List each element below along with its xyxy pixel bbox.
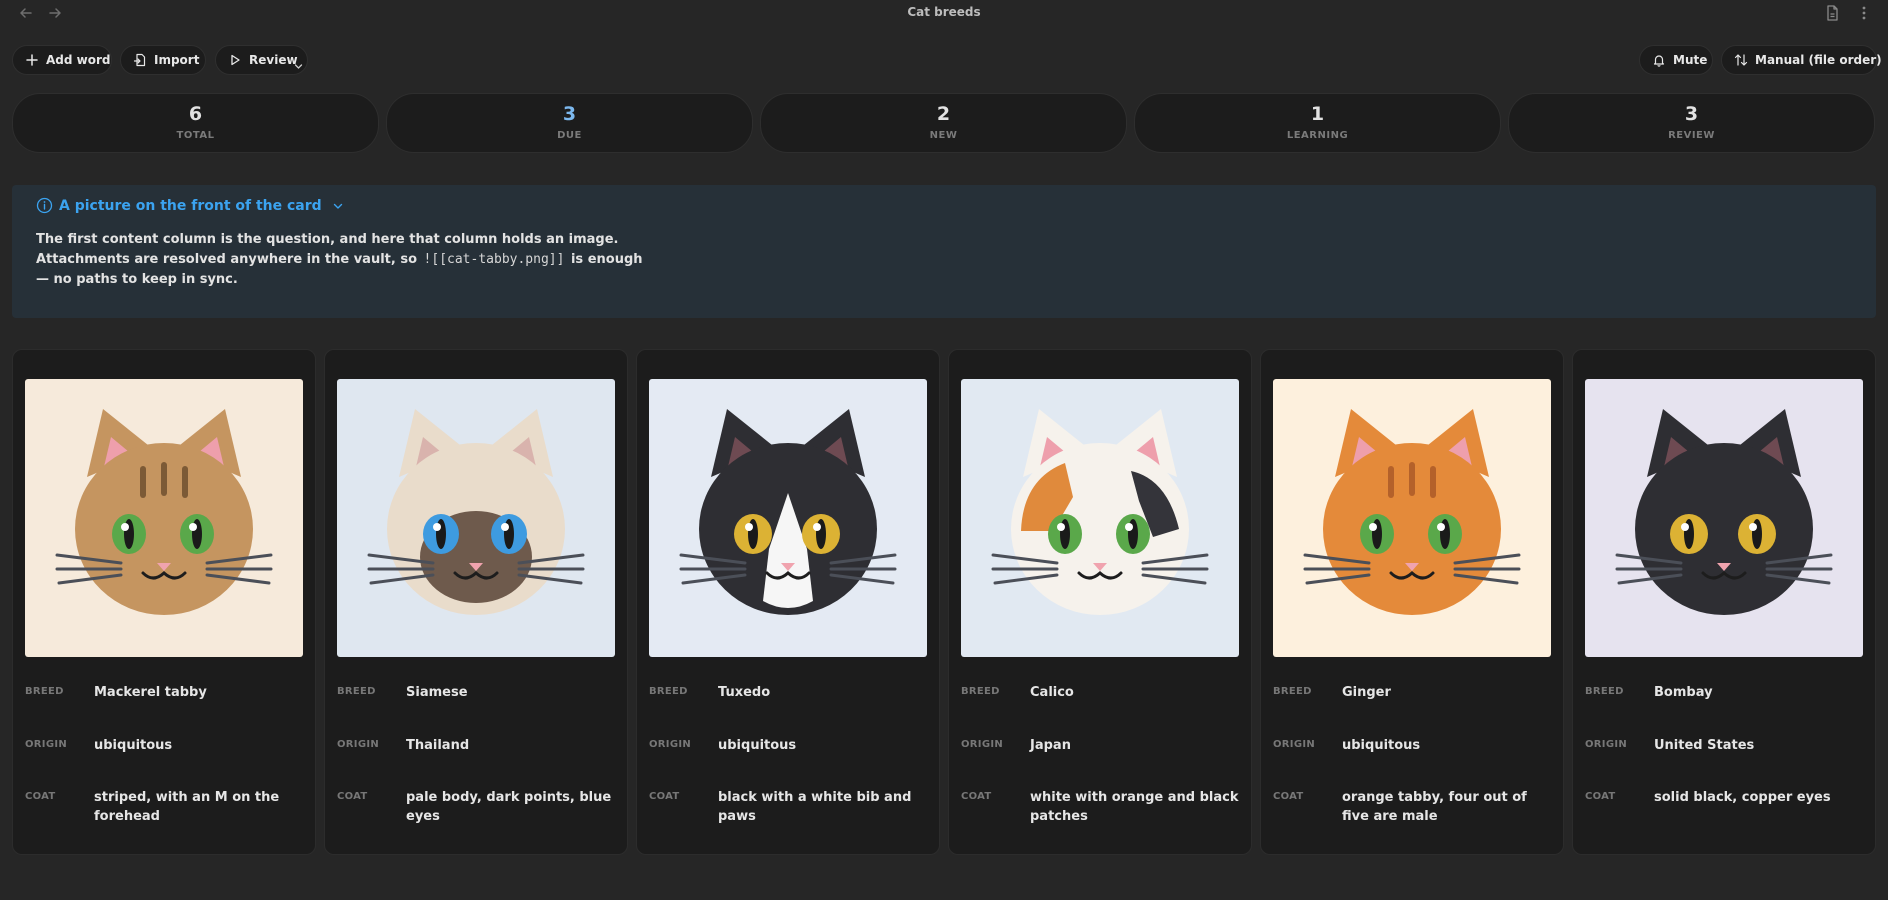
- stat-label: TOTAL: [176, 130, 215, 141]
- cat-image-ginger: [1273, 379, 1551, 657]
- field-label: COAT: [961, 791, 992, 802]
- callout-line: The first content column is the question…: [36, 232, 619, 247]
- field-value: United States: [1654, 738, 1755, 753]
- field-label: ORIGIN: [1585, 739, 1628, 750]
- field-value: pale body, dark points, blue eyes: [406, 790, 612, 824]
- cat-image-bombay: [1585, 379, 1863, 657]
- info-callout: A picture on the front of the card The f…: [12, 185, 1876, 318]
- card-tuxedo[interactable]: BREED Tuxedo ORIGIN ubiquitous COAT blac…: [636, 349, 940, 855]
- field-label: BREED: [961, 686, 1000, 697]
- stat-due: 3 DUE: [386, 93, 753, 153]
- mute-label: Mute: [1673, 53, 1708, 67]
- field-label: COAT: [1585, 791, 1616, 802]
- stat-label: REVIEW: [1668, 130, 1715, 141]
- stat-label: DUE: [557, 130, 582, 141]
- stat-value: 1: [1310, 103, 1325, 125]
- field-label: ORIGIN: [1273, 739, 1316, 750]
- cat-image-tuxedo: [649, 379, 927, 657]
- stat-value: 3: [1684, 103, 1699, 125]
- stat-value: 2: [936, 103, 951, 125]
- field-value: Japan: [1030, 738, 1071, 753]
- field-value: ubiquitous: [1342, 738, 1421, 753]
- toolbar: Add word Import Review Mute Manual (file…: [0, 45, 1888, 75]
- title-bar: Cat breeds: [0, 0, 1888, 26]
- import-label: Import: [154, 53, 200, 67]
- card-ginger[interactable]: BREED Ginger ORIGIN ubiquitous COAT oran…: [1260, 349, 1564, 855]
- play-icon: [231, 54, 240, 66]
- more-vertical-icon[interactable]: [1855, 4, 1873, 22]
- field-value: ubiquitous: [718, 738, 797, 753]
- sort-icon: [1734, 54, 1748, 66]
- add-word-label: Add word: [46, 53, 111, 67]
- field-label: BREED: [649, 686, 688, 697]
- callout-title: A picture on the front of the card: [59, 197, 322, 214]
- field-label: ORIGIN: [649, 739, 692, 750]
- field-value: Siamese: [406, 685, 468, 700]
- field-label: ORIGIN: [25, 739, 68, 750]
- field-label: COAT: [25, 791, 56, 802]
- field-value: Tuxedo: [718, 685, 771, 700]
- callout-toggle[interactable]: A picture on the front of the card: [36, 197, 344, 214]
- callout-text: Attachments are resolved anywhere in the…: [36, 252, 418, 267]
- mute-button[interactable]: Mute: [1639, 45, 1713, 75]
- plus-icon: [26, 54, 38, 66]
- field-value: Bombay: [1654, 685, 1713, 700]
- field-label: BREED: [1585, 686, 1624, 697]
- field-value: solid black, copper eyes: [1654, 790, 1831, 805]
- stat-review: 3 REVIEW: [1508, 93, 1875, 153]
- field-value: Mackerel tabby: [94, 685, 207, 700]
- import-button[interactable]: Import: [120, 45, 206, 75]
- stat-value: 3: [562, 103, 577, 125]
- callout-text: is enough: [570, 252, 643, 267]
- field-label: COAT: [649, 791, 680, 802]
- field-value: Thailand: [406, 738, 470, 753]
- window-title: Cat breeds: [907, 5, 981, 19]
- field-value: ubiquitous: [94, 738, 173, 753]
- field-value: Calico: [1030, 685, 1074, 700]
- stat-value: 6: [188, 103, 203, 125]
- bell-icon: [1653, 55, 1665, 67]
- field-value: orange tabby, four out of five are male: [1342, 790, 1527, 824]
- add-word-button[interactable]: Add word: [12, 45, 112, 75]
- stat-total: 6 TOTAL: [12, 93, 379, 153]
- review-button[interactable]: Review: [215, 45, 308, 75]
- field-value: Ginger: [1342, 685, 1391, 700]
- info-icon: [36, 197, 53, 214]
- sort-button[interactable]: Manual (file order): [1721, 45, 1882, 75]
- field-label: BREED: [25, 686, 64, 697]
- cat-image-tabby: [25, 379, 303, 657]
- callout-line: — no paths to keep in sync.: [36, 272, 238, 287]
- document-icon[interactable]: [1823, 4, 1841, 22]
- field-label: ORIGIN: [337, 739, 380, 750]
- cat-image-calico: [961, 379, 1239, 657]
- card-calico[interactable]: BREED Calico ORIGIN Japan COAT white wit…: [948, 349, 1252, 855]
- chevron-down-icon[interactable]: [294, 62, 303, 71]
- field-label: BREED: [1273, 686, 1312, 697]
- field-label: COAT: [337, 791, 368, 802]
- field-label: ORIGIN: [961, 739, 1004, 750]
- import-icon: [133, 53, 146, 67]
- field-label: COAT: [1273, 791, 1304, 802]
- inline-code: ![[cat-tabby.png]]: [423, 252, 565, 267]
- field-label: BREED: [337, 686, 376, 697]
- card-mackerel-tabby[interactable]: BREED Mackerel tabby ORIGIN ubiquitous C…: [12, 349, 316, 855]
- stat-new: 2 NEW: [760, 93, 1127, 153]
- field-value: white with orange and black patches: [1030, 790, 1239, 824]
- chevron-down-icon: [333, 203, 342, 209]
- card-bombay[interactable]: BREED Bombay ORIGIN United States COAT s…: [1572, 349, 1876, 855]
- cat-image-siamese: [337, 379, 615, 657]
- callout-line: Attachments are resolved anywhere in the…: [36, 250, 716, 270]
- stat-learning: 1 LEARNING: [1134, 93, 1501, 153]
- field-value: striped, with an M on the forehead: [94, 790, 280, 824]
- field-value: black with a white bib and paws: [718, 790, 912, 824]
- stat-label: NEW: [929, 130, 958, 141]
- card-siamese[interactable]: BREED Siamese ORIGIN Thailand COAT pale …: [324, 349, 628, 855]
- review-label: Review: [249, 53, 298, 67]
- callout-body: The first content column is the question…: [36, 230, 716, 290]
- sort-label: Manual (file order): [1755, 53, 1882, 67]
- stat-label: LEARNING: [1286, 130, 1349, 141]
